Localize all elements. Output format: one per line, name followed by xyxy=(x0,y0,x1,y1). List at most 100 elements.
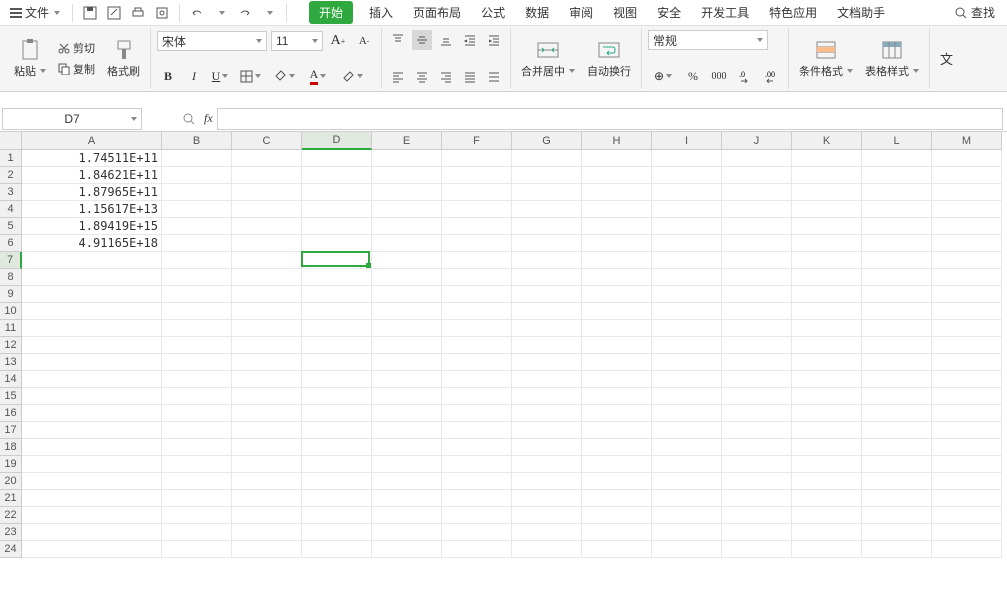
cell-M12[interactable] xyxy=(932,337,1002,354)
row-header-22[interactable]: 22 xyxy=(0,507,22,524)
cell-C14[interactable] xyxy=(232,371,302,388)
cell-I6[interactable] xyxy=(652,235,722,252)
cell-D13[interactable] xyxy=(302,354,372,371)
cell-M22[interactable] xyxy=(932,507,1002,524)
cell-L2[interactable] xyxy=(862,167,932,184)
cell-I14[interactable] xyxy=(652,371,722,388)
cell-D19[interactable] xyxy=(302,456,372,473)
format-painter-button[interactable]: 格式刷 xyxy=(103,37,144,81)
tab-5[interactable]: 审阅 xyxy=(565,1,597,24)
cell-J1[interactable] xyxy=(722,150,792,167)
copy-button[interactable]: 复制 xyxy=(54,59,99,79)
cell-B20[interactable] xyxy=(162,473,232,490)
cell-E13[interactable] xyxy=(372,354,442,371)
cell-C16[interactable] xyxy=(232,405,302,422)
cell-D11[interactable] xyxy=(302,320,372,337)
cell-L13[interactable] xyxy=(862,354,932,371)
cell-J13[interactable] xyxy=(722,354,792,371)
cell-A22[interactable] xyxy=(22,507,162,524)
cell-G10[interactable] xyxy=(512,303,582,320)
align-left-button[interactable] xyxy=(388,67,408,87)
cell-D6[interactable] xyxy=(302,235,372,252)
merge-center-button[interactable]: 合并居中 xyxy=(517,37,579,81)
cell-B12[interactable] xyxy=(162,337,232,354)
fill-color-button[interactable] xyxy=(269,65,299,87)
cell-A24[interactable] xyxy=(22,541,162,558)
conditional-format-button[interactable]: 条件格式 xyxy=(795,37,857,81)
print-preview-button[interactable] xyxy=(151,2,173,24)
cell-E12[interactable] xyxy=(372,337,442,354)
cell-L14[interactable] xyxy=(862,371,932,388)
cell-I11[interactable] xyxy=(652,320,722,337)
cell-C17[interactable] xyxy=(232,422,302,439)
cell-I24[interactable] xyxy=(652,541,722,558)
cell-K10[interactable] xyxy=(792,303,862,320)
row-header-15[interactable]: 15 xyxy=(0,388,22,405)
cell-H2[interactable] xyxy=(582,167,652,184)
cell-G2[interactable] xyxy=(512,167,582,184)
cell-I22[interactable] xyxy=(652,507,722,524)
cell-M3[interactable] xyxy=(932,184,1002,201)
cell-B19[interactable] xyxy=(162,456,232,473)
column-header-C[interactable]: C xyxy=(232,132,302,150)
cell-I19[interactable] xyxy=(652,456,722,473)
cell-A13[interactable] xyxy=(22,354,162,371)
tab-0[interactable]: 开始 xyxy=(309,1,353,24)
cell-L8[interactable] xyxy=(862,269,932,286)
cell-L5[interactable] xyxy=(862,218,932,235)
cell-B14[interactable] xyxy=(162,371,232,388)
expand-icon[interactable] xyxy=(182,112,196,126)
cell-A15[interactable] xyxy=(22,388,162,405)
cell-G13[interactable] xyxy=(512,354,582,371)
underline-button[interactable]: U xyxy=(209,65,231,87)
cell-H12[interactable] xyxy=(582,337,652,354)
cell-J9[interactable] xyxy=(722,286,792,303)
cell-I16[interactable] xyxy=(652,405,722,422)
cell-D9[interactable] xyxy=(302,286,372,303)
cell-M1[interactable] xyxy=(932,150,1002,167)
column-header-H[interactable]: H xyxy=(582,132,652,150)
cell-E4[interactable] xyxy=(372,201,442,218)
cell-F1[interactable] xyxy=(442,150,512,167)
cell-K13[interactable] xyxy=(792,354,862,371)
cell-D1[interactable] xyxy=(302,150,372,167)
cell-B8[interactable] xyxy=(162,269,232,286)
thousands-button[interactable]: 000 xyxy=(708,65,730,87)
cell-E20[interactable] xyxy=(372,473,442,490)
cell-G12[interactable] xyxy=(512,337,582,354)
column-header-J[interactable]: J xyxy=(722,132,792,150)
cell-F2[interactable] xyxy=(442,167,512,184)
cell-E5[interactable] xyxy=(372,218,442,235)
cell-G23[interactable] xyxy=(512,524,582,541)
cell-G15[interactable] xyxy=(512,388,582,405)
cell-B6[interactable] xyxy=(162,235,232,252)
column-header-F[interactable]: F xyxy=(442,132,512,150)
cell-I21[interactable] xyxy=(652,490,722,507)
row-header-6[interactable]: 6 xyxy=(0,235,22,252)
cell-J5[interactable] xyxy=(722,218,792,235)
cell-F11[interactable] xyxy=(442,320,512,337)
cell-E2[interactable] xyxy=(372,167,442,184)
cell-K3[interactable] xyxy=(792,184,862,201)
cell-K9[interactable] xyxy=(792,286,862,303)
cell-A9[interactable] xyxy=(22,286,162,303)
cell-L4[interactable] xyxy=(862,201,932,218)
cell-H5[interactable] xyxy=(582,218,652,235)
cell-I17[interactable] xyxy=(652,422,722,439)
cell-F10[interactable] xyxy=(442,303,512,320)
cut-button[interactable]: 剪切 xyxy=(54,38,99,58)
cell-J4[interactable] xyxy=(722,201,792,218)
tab-7[interactable]: 安全 xyxy=(653,1,685,24)
cell-H23[interactable] xyxy=(582,524,652,541)
cell-H6[interactable] xyxy=(582,235,652,252)
cell-B10[interactable] xyxy=(162,303,232,320)
cell-H21[interactable] xyxy=(582,490,652,507)
cell-D3[interactable] xyxy=(302,184,372,201)
cell-J19[interactable] xyxy=(722,456,792,473)
cell-M8[interactable] xyxy=(932,269,1002,286)
tab-3[interactable]: 公式 xyxy=(477,1,509,24)
cell-J14[interactable] xyxy=(722,371,792,388)
cell-F20[interactable] xyxy=(442,473,512,490)
cell-I10[interactable] xyxy=(652,303,722,320)
cell-A10[interactable] xyxy=(22,303,162,320)
